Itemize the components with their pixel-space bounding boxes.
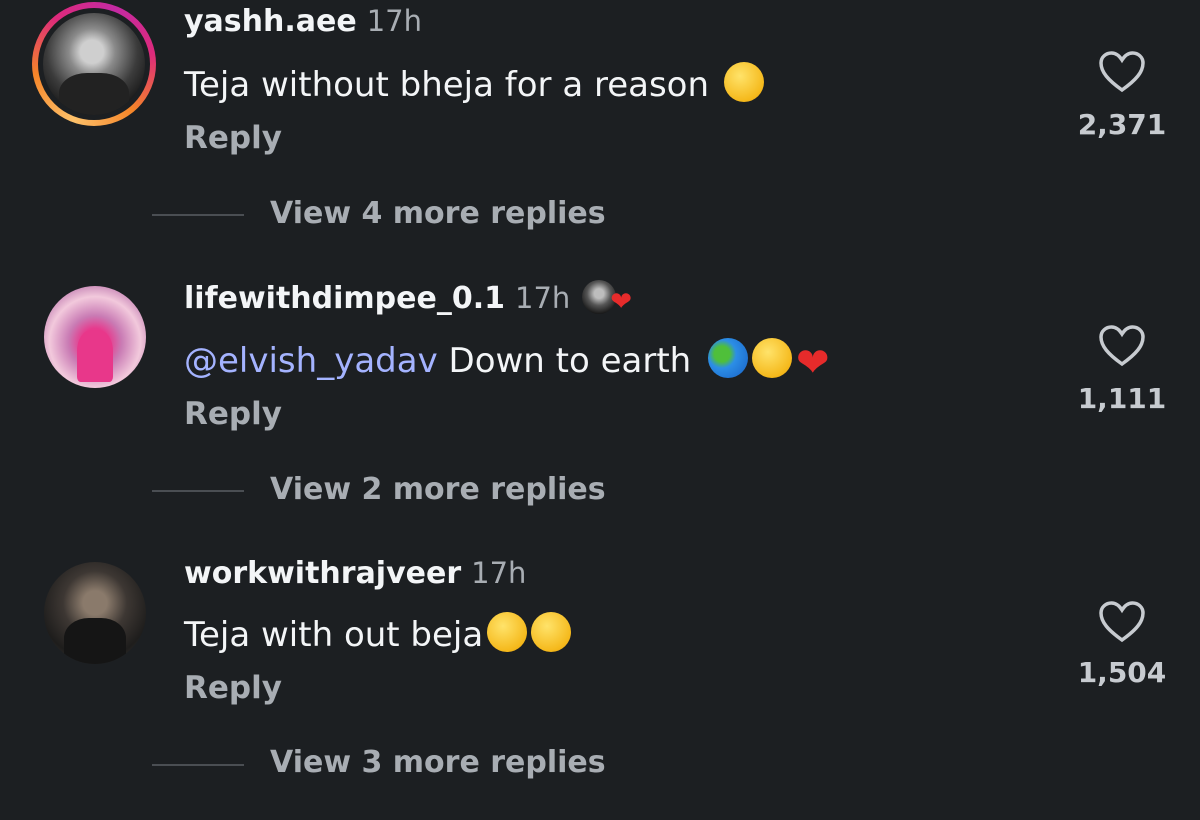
avatar[interactable] — [44, 286, 146, 388]
comment-time: 17h — [366, 4, 422, 38]
reply-button[interactable]: Reply — [184, 120, 282, 156]
like-count: 1,111 — [1077, 382, 1167, 415]
red-heart-emoji: ❤ — [796, 340, 830, 386]
avatar[interactable] — [44, 562, 146, 664]
comment-username[interactable]: yashh.aee 17h — [184, 4, 422, 39]
pleading-face-emoji — [752, 338, 793, 378]
creator-liked-heart-icon: ❤ — [610, 287, 633, 317]
tears-of-joy-emoji — [531, 612, 572, 652]
view-replies-button[interactable]: View 2 more replies — [270, 472, 606, 507]
reply-button[interactable]: Reply — [184, 396, 282, 432]
comment-time: 17h — [515, 281, 571, 315]
avatar-image — [44, 286, 146, 388]
comment-username[interactable]: workwithrajveer 17h — [184, 556, 526, 591]
sleepy-face-emoji — [723, 62, 764, 102]
heart-icon[interactable] — [1098, 600, 1146, 644]
comment-text: @elvish_yadav Down to earth ❤ — [184, 338, 830, 386]
replies-divider — [152, 214, 244, 216]
replies-divider — [152, 764, 244, 766]
tears-of-joy-emoji — [487, 612, 528, 652]
view-replies-button[interactable]: View 3 more replies — [270, 745, 606, 780]
like-count: 2,371 — [1077, 108, 1167, 141]
globe-emoji — [708, 338, 749, 378]
heart-icon[interactable] — [1098, 50, 1146, 94]
avatar-story-ring[interactable] — [32, 2, 156, 126]
comment-username[interactable]: lifewithdimpee_0.1 17h ❤ — [184, 280, 632, 317]
comment-text: Teja without bheja for a reason — [184, 62, 764, 105]
reply-button[interactable]: Reply — [184, 670, 282, 706]
comment-text: Teja with out beja — [184, 612, 572, 655]
replies-divider — [152, 490, 244, 492]
avatar-image — [44, 562, 146, 664]
avatar — [38, 8, 150, 120]
mention-link[interactable]: @elvish_yadav — [184, 341, 438, 381]
heart-icon[interactable] — [1098, 324, 1146, 368]
view-replies-button[interactable]: View 4 more replies — [270, 196, 606, 231]
comment-time: 17h — [471, 556, 527, 590]
like-count: 1,504 — [1077, 656, 1167, 689]
